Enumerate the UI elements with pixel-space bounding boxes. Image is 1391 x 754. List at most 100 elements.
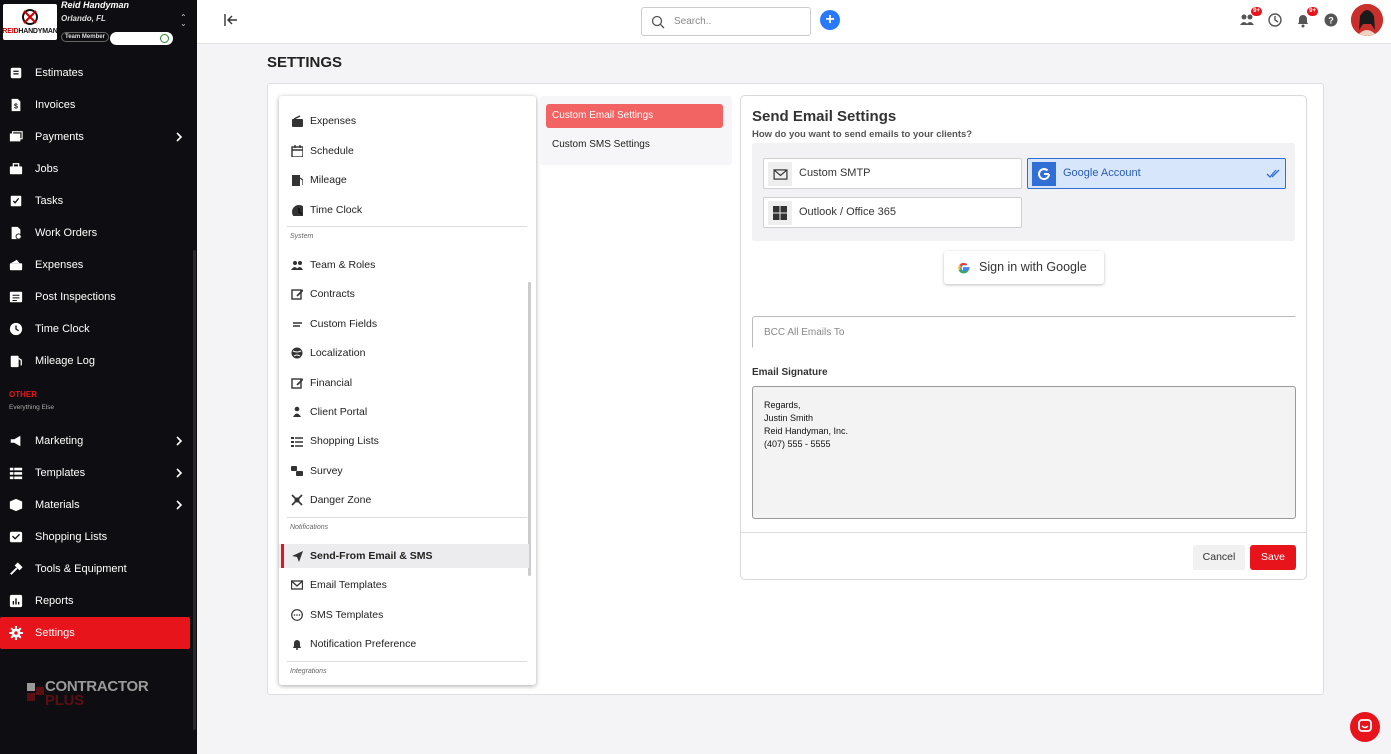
menu-item-label: Client Portal	[310, 406, 368, 418]
company-location: Orlando, FL	[61, 14, 106, 23]
option-custom-smtp[interactable]: Custom SMTP	[763, 158, 1022, 189]
save-button[interactable]: Save	[1250, 545, 1296, 570]
sidebar-item-reports[interactable]: Reports	[0, 585, 197, 617]
menu-divider	[287, 661, 527, 662]
sidebar-item-shopping-lists[interactable]: Shopping Lists	[0, 521, 197, 553]
submenu-item-custom-email-settings[interactable]: Custom Email Settings	[546, 104, 723, 128]
sidebar-item-settings[interactable]: Settings	[0, 617, 190, 649]
chevron-right-icon	[176, 500, 183, 510]
search-input[interactable]: Search..	[641, 7, 811, 36]
sidebar-item-marketing[interactable]: Marketing	[0, 425, 197, 457]
bcc-input[interactable]: BCC All Emails To	[752, 316, 1296, 348]
user-avatar[interactable]	[1351, 4, 1383, 36]
sidebar-scrollbar[interactable]	[193, 250, 196, 730]
settings-menu-item-contracts[interactable]: Contracts	[279, 282, 529, 306]
sidebar-item-expenses[interactable]: Expenses	[0, 249, 197, 281]
sidebar-item-templates[interactable]: Templates	[0, 457, 197, 489]
contractor-plus-logo: CONTRACTOR PLUS	[27, 679, 149, 708]
survey-icon	[291, 465, 303, 476]
settings-menu-item-survey[interactable]: Survey	[279, 459, 529, 483]
fuel-icon	[292, 175, 303, 186]
collapse-sidebar-icon[interactable]	[224, 13, 238, 27]
settings-menu-item-danger-zone[interactable]: Danger Zone	[279, 488, 529, 512]
settings-menu-item-localization[interactable]: Localization	[279, 341, 529, 365]
signature-line: Reid Handyman, Inc.	[764, 426, 849, 436]
settings-menu-item-shopping-lists[interactable]: Shopping Lists	[279, 429, 529, 453]
submenu-item-custom-sms-settings[interactable]: Custom SMS Settings	[546, 133, 723, 157]
option-outlook[interactable]: Outlook / Office 365	[763, 197, 1022, 228]
sidebar-item-invoices[interactable]: $ Invoices	[0, 89, 197, 121]
page-title: SETTINGS	[267, 54, 343, 71]
payments-icon	[9, 131, 23, 142]
menu-item-label: Schedule	[310, 144, 354, 157]
sidebar-item-mileage-log[interactable]: Mileage Log	[0, 345, 197, 377]
list-icon	[291, 437, 303, 448]
provider-options: Custom SMTP Google Account Outlook / Off…	[752, 143, 1295, 241]
add-new-button[interactable]: +	[820, 10, 840, 30]
sidebar-item-time-clock[interactable]: Time Clock	[0, 313, 197, 345]
cancel-button[interactable]: Cancel	[1193, 545, 1245, 570]
send-email-settings-card: Send Email Settings How do you want to s…	[740, 95, 1307, 580]
sidebar-item-label: Estimates	[35, 67, 84, 79]
brand-switcher[interactable]: REIDHANDYMAN Reid Handyman Orlando, FL T…	[0, 0, 197, 45]
menu-section-header: Integrations	[290, 668, 327, 675]
help-icon[interactable]: ?	[1323, 12, 1339, 28]
sidebar-item-post-inspections[interactable]: Post Inspections	[0, 281, 197, 313]
wallet-icon	[292, 115, 303, 127]
sidebar-item-label: Time Clock	[35, 323, 90, 335]
menu-item-label: Localization	[310, 347, 366, 360]
menu-item-label: Send-From Email & SMS	[310, 550, 433, 562]
switch-chevron-icon[interactable]: ⌃ ⌄	[180, 14, 187, 28]
settings-menu-item-schedule[interactable]: Schedule	[279, 139, 529, 163]
gear-icon	[9, 626, 23, 640]
signature-line: Justin Smith	[764, 413, 814, 423]
signature-textarea[interactable]: Regards, Justin Smith Reid Handyman, Inc…	[752, 386, 1296, 519]
option-label: Custom SMTP	[799, 167, 871, 179]
sidebar-item-tools-equipment[interactable]: Tools & Equipment	[0, 553, 197, 585]
company-name: Reid Handyman	[61, 0, 130, 10]
settings-menu-item-mileage[interactable]: Mileage	[279, 168, 529, 192]
menu-divider	[287, 517, 527, 518]
sidebar-item-tasks[interactable]: Tasks	[0, 185, 197, 217]
notification-badge: 9+	[1251, 7, 1262, 16]
menu-item-label: Shopping Lists	[310, 435, 379, 448]
settings-menu-item-time-clock[interactable]: Time Clock	[279, 198, 529, 222]
signature-label: Email Signature	[752, 367, 828, 378]
sidebar-nav: Estimates $ Invoices Payments Jobs Tasks …	[0, 57, 197, 377]
card-footer-divider	[741, 532, 1306, 533]
option-google-account[interactable]: Google Account	[1027, 158, 1286, 189]
sidebar-item-estimates[interactable]: Estimates	[0, 57, 197, 89]
menu-item-label: Custom Fields	[310, 317, 378, 330]
tools-icon	[10, 562, 23, 575]
settings-menu-item-sms-templates[interactable]: SMS Templates	[279, 603, 529, 627]
sidebar-item-jobs[interactable]: Jobs	[0, 153, 197, 185]
settings-menu-item-custom-fields[interactable]: Custom Fields	[279, 312, 529, 336]
sidebar-item-materials[interactable]: Materials	[0, 489, 197, 521]
google-g-icon	[958, 262, 970, 274]
settings-menu-item-expenses[interactable]: Expenses	[279, 109, 529, 133]
estimates-icon	[10, 67, 22, 79]
jobs-icon	[9, 163, 23, 175]
sidebar-item-label: Invoices	[35, 99, 76, 111]
settings-menu-item-team-roles[interactable]: Team & Roles	[279, 253, 529, 277]
notification-badge: 9+	[1307, 7, 1318, 16]
sidebar-item-label: Settings	[35, 627, 75, 639]
settings-menu-item-send-from-email-sms[interactable]: Send-From Email & SMS	[279, 544, 529, 568]
settings-menu-item-email-templates[interactable]: Email Templates	[279, 573, 529, 597]
settings-menu-item-client-portal[interactable]: Client Portal	[279, 400, 529, 424]
chat-widget-button[interactable]	[1350, 712, 1380, 742]
other-section-title: OTHER	[9, 390, 37, 399]
sign-in-with-google-button[interactable]: Sign in with Google	[944, 251, 1104, 284]
menu-item-label: Mileage	[310, 174, 347, 186]
history-clock-icon[interactable]	[1267, 12, 1283, 28]
mail-icon	[768, 162, 792, 186]
sidebar-item-work-orders[interactable]: Work Orders	[0, 217, 197, 249]
bell-icon[interactable]: 9+	[1295, 7, 1318, 28]
sidebar-item-payments[interactable]: Payments	[0, 121, 197, 153]
team-icon	[291, 261, 303, 270]
settings-menu-item-financial[interactable]: Financial	[279, 371, 529, 395]
fields-icon	[293, 321, 302, 327]
team-notifications-icon[interactable]: 9+	[1239, 7, 1262, 28]
status-toggle[interactable]	[110, 32, 173, 45]
settings-menu-item-notification-preference[interactable]: Notification Preference	[279, 632, 529, 656]
